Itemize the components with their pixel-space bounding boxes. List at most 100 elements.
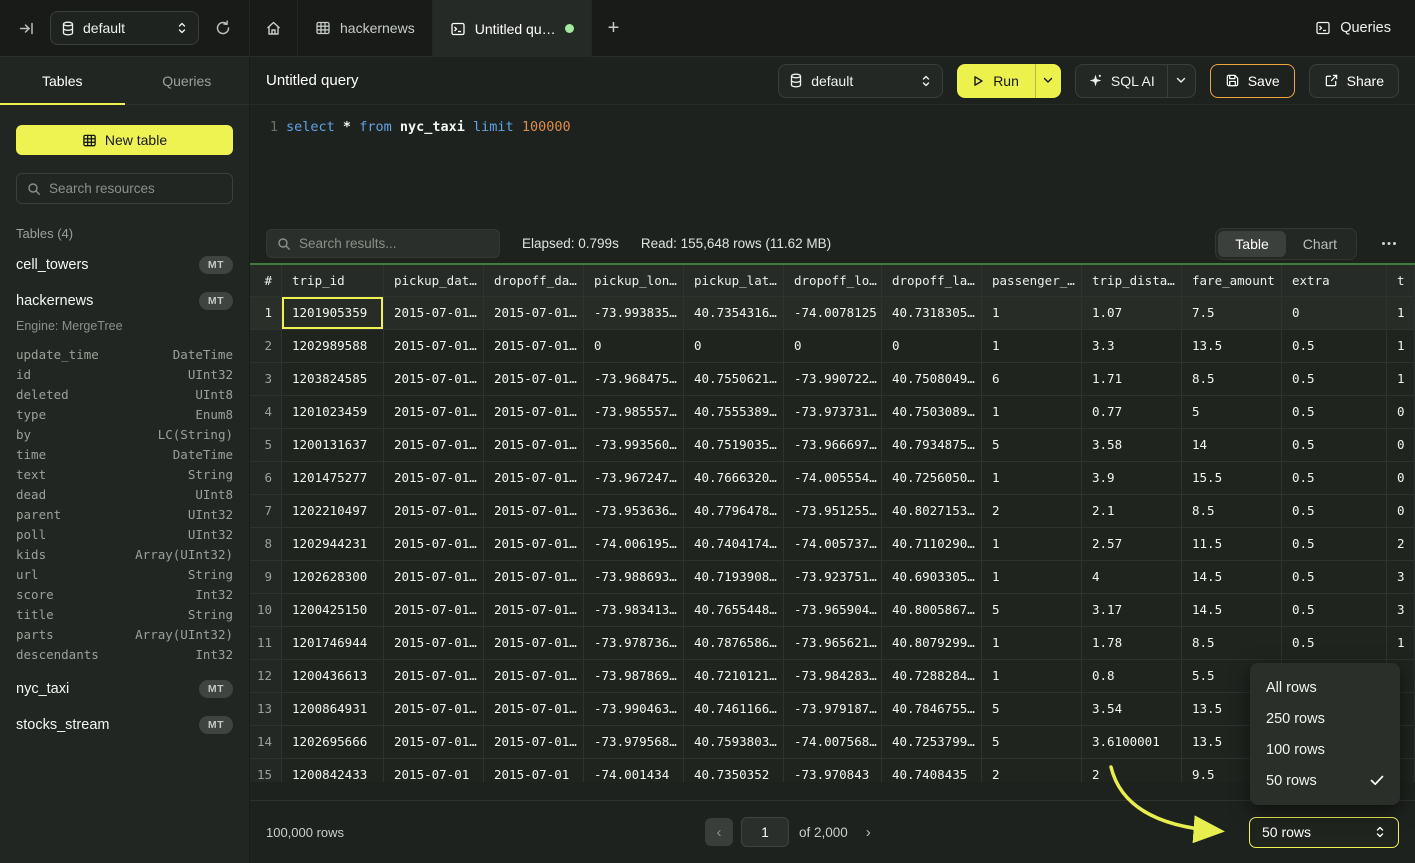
grid-cell[interactable]: 1200864931 [282,693,384,726]
schema-column-row[interactable]: partsArray(UInt32) [0,625,249,645]
grid-cell[interactable]: 8.5 [1182,363,1282,396]
sql-ai-options-button[interactable] [1167,65,1195,97]
grid-cell[interactable]: 40.7210121… [684,660,784,693]
grid-cell[interactable]: -73.951255… [784,495,882,528]
column-header[interactable]: extra [1282,265,1387,297]
grid-cell[interactable]: 2.57 [1082,528,1182,561]
grid-cell[interactable]: 0 [1282,297,1387,330]
grid-cell[interactable]: 0.5 [1282,495,1387,528]
schema-column-row[interactable]: titleString [0,605,249,625]
row-number[interactable]: 10 [250,594,282,627]
schema-column-row[interactable]: parentUInt32 [0,505,249,525]
grid-cell[interactable]: 2015-07-01… [384,594,484,627]
grid-cell[interactable]: 0.5 [1282,462,1387,495]
grid-cell[interactable]: 0 [882,330,982,363]
sidebar-tab-tables[interactable]: Tables [0,57,125,104]
grid-cell[interactable]: 40.7350352 [684,759,784,782]
column-header[interactable]: pickup_lat… [684,265,784,297]
grid-cell[interactable]: 1.71 [1082,363,1182,396]
grid-cell[interactable]: 40.7318305… [882,297,982,330]
grid-cell[interactable]: -73.968475… [584,363,684,396]
column-header[interactable]: pickup_lon… [584,265,684,297]
page-size-option[interactable]: 250 rows [1250,703,1400,734]
save-button[interactable]: Save [1210,64,1295,98]
grid-cell[interactable]: 40.7876586… [684,627,784,660]
grid-cell[interactable]: 2015-07-01… [384,528,484,561]
grid-cell[interactable]: -73.979187… [784,693,882,726]
share-button[interactable]: Share [1309,64,1399,98]
row-number[interactable]: 2 [250,330,282,363]
grid-cell[interactable]: 1200436613 [282,660,384,693]
grid-cell[interactable]: -73.965621… [784,627,882,660]
sidebar-table-nyc-taxi[interactable]: nyc_taxi MT [0,671,249,707]
page-size-option[interactable]: 50 rows [1250,765,1400,796]
grid-cell[interactable]: 1 [982,660,1082,693]
grid-cell[interactable]: 6 [982,363,1082,396]
grid-cell[interactable]: 8.5 [1182,627,1282,660]
grid-cell[interactable]: 1 [982,396,1082,429]
row-number[interactable]: 12 [250,660,282,693]
grid-cell[interactable]: 11.5 [1182,528,1282,561]
schema-column-row[interactable]: timeDateTime [0,445,249,465]
grid-cell[interactable]: 1 [982,462,1082,495]
grid-cell[interactable]: 1200425150 [282,594,384,627]
grid-cell[interactable]: 2015-07-01… [384,660,484,693]
column-header[interactable]: dropoff_da… [484,265,584,297]
grid-cell[interactable]: 1203824585 [282,363,384,396]
grid-cell[interactable]: 1 [982,528,1082,561]
grid-cell[interactable]: -73.978736… [584,627,684,660]
grid-cell[interactable]: 1201905359 [282,297,384,330]
grid-cell[interactable]: 1202210497 [282,495,384,528]
grid-cell[interactable]: 2015-07-01… [484,660,584,693]
schema-column-row[interactable]: pollUInt32 [0,525,249,545]
grid-cell[interactable]: 1.78 [1082,627,1182,660]
results-search-input[interactable] [299,236,489,251]
grid-cell[interactable]: -73.988693… [584,561,684,594]
grid-cell[interactable]: 3.3 [1082,330,1182,363]
grid-cell[interactable]: 40.8027153… [882,495,982,528]
column-header[interactable]: # [250,265,282,297]
schema-column-row[interactable]: scoreInt32 [0,585,249,605]
grid-cell[interactable]: 5 [982,693,1082,726]
grid-cell[interactable]: 7.5 [1182,297,1282,330]
results-more-button[interactable] [1379,237,1399,250]
grid-cell[interactable]: 0.5 [1282,363,1387,396]
grid-cell[interactable]: 40.7408435 [882,759,982,782]
grid-cell[interactable]: 40.7461166… [684,693,784,726]
grid-cell[interactable]: 40.7655448… [684,594,784,627]
queries-button[interactable]: Queries [1291,0,1415,56]
view-toggle-chart[interactable]: Chart [1286,231,1354,257]
grid-cell[interactable]: 2015-07-01 [384,759,484,782]
grid-cell[interactable]: -73.965904… [784,594,882,627]
page-number-input[interactable] [741,817,789,847]
grid-cell[interactable]: -73.990722… [784,363,882,396]
row-number[interactable]: 14 [250,726,282,759]
grid-cell[interactable]: -73.966697… [784,429,882,462]
grid-cell[interactable]: 0 [584,330,684,363]
schema-column-row[interactable]: byLC(String) [0,425,249,445]
grid-cell[interactable]: 1 [1387,297,1415,330]
refresh-button[interactable] [209,14,237,42]
column-header[interactable]: passenger_… [982,265,1082,297]
grid-cell[interactable]: 40.6903305… [882,561,982,594]
schema-column-row[interactable]: typeEnum8 [0,405,249,425]
grid-cell[interactable]: 2 [1387,528,1415,561]
grid-cell[interactable]: 5 [982,429,1082,462]
row-number[interactable]: 9 [250,561,282,594]
grid-cell[interactable]: 2 [982,495,1082,528]
grid-cell[interactable]: -73.985557… [584,396,684,429]
sql-editor[interactable]: 1 select * from nyc_taxi limit 100000 [250,105,1415,224]
run-button[interactable]: Run [957,64,1035,98]
grid-cell[interactable]: 0 [784,330,882,363]
grid-cell[interactable]: 40.8079299… [882,627,982,660]
grid-cell[interactable]: 40.7193908… [684,561,784,594]
grid-cell[interactable]: 0 [1387,429,1415,462]
grid-cell[interactable]: 40.7253799… [882,726,982,759]
grid-cell[interactable]: 40.7550621… [684,363,784,396]
next-page-button[interactable]: › [860,820,877,845]
grid-cell[interactable]: 40.7288284… [882,660,982,693]
row-number[interactable]: 8 [250,528,282,561]
grid-cell[interactable]: 0.5 [1282,429,1387,462]
grid-cell[interactable]: 2015-07-01… [484,462,584,495]
grid-cell[interactable]: 1.07 [1082,297,1182,330]
